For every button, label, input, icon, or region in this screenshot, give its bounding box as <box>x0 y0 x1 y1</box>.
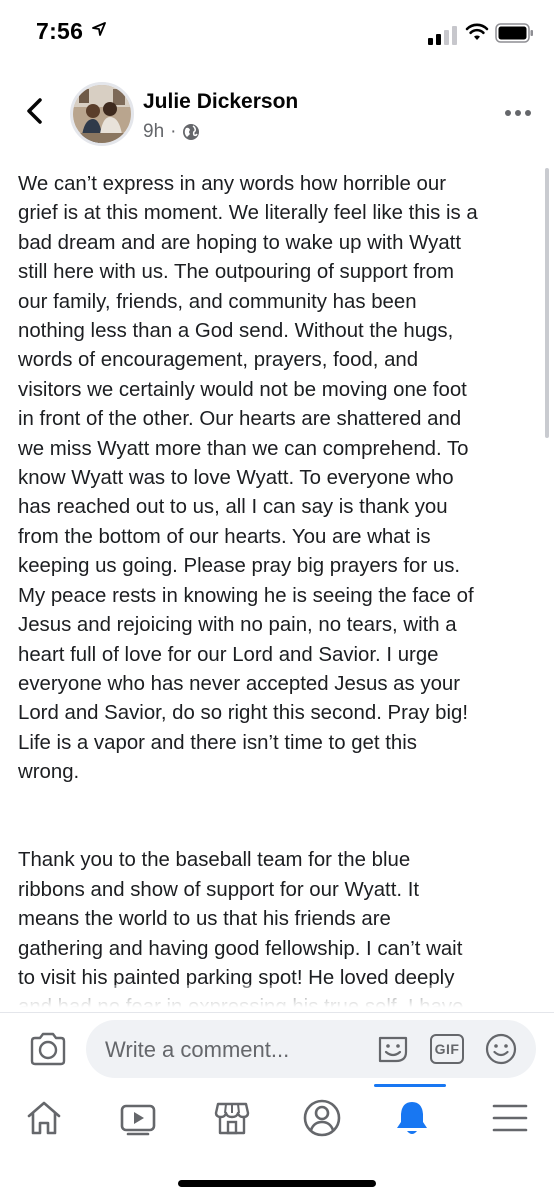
author-name[interactable]: Julie Dickerson <box>143 90 298 114</box>
text-fade <box>0 985 554 1013</box>
location-arrow-icon <box>92 22 106 36</box>
battery-icon <box>495 23 533 43</box>
post-text-line: everyone who has never accepted Jesus as… <box>18 672 461 695</box>
post-text-line: gathering and having good fellowship. I … <box>18 937 463 960</box>
post-text-line: we miss Wyatt more than we can comprehen… <box>18 437 469 460</box>
comment-placeholder: Write a comment... <box>105 1037 290 1062</box>
post-text-line: in front of the other. Our hearts are sh… <box>18 408 462 431</box>
active-tab-indicator <box>374 1084 446 1087</box>
cellular-signal-icon <box>428 26 457 45</box>
gif-label: GIF <box>434 1041 460 1057</box>
sticker-icon[interactable] <box>376 1034 410 1064</box>
post-header: Julie Dickerson 9h · <box>0 78 554 150</box>
post-text-line: Lord and Savior, do so right this second… <box>18 702 468 725</box>
gif-button[interactable]: GIF <box>430 1034 464 1064</box>
globe-icon <box>183 124 200 140</box>
post-text-line: our family, friends, and community has b… <box>18 290 417 313</box>
post-text-line: bad dream and are hoping to wake up with… <box>18 231 462 254</box>
post-body: We can’t express in any words how horrib… <box>18 170 523 1052</box>
post-text-line: heart full of love for our Lord and Savi… <box>18 643 439 666</box>
post-text-line: We can’t express in any words how horrib… <box>18 173 447 195</box>
notifications-icon[interactable] <box>392 1098 432 1138</box>
post-text-line: Life is a vapor and there isn’t time to … <box>18 731 417 754</box>
post-text-line: Jesus and rejoicing with no pain, no tea… <box>18 614 457 637</box>
post-text-line: means the world to us that his friends a… <box>18 908 391 931</box>
video-icon[interactable] <box>118 1098 158 1138</box>
post-text-line: nothing less than a God send. Without th… <box>18 320 454 343</box>
post-paragraph-1: We can’t express in any words how horrib… <box>18 170 523 788</box>
post-text-line: has reached out to us, all I can say is … <box>18 496 448 519</box>
comment-input[interactable]: Write a comment... GIF <box>86 1020 536 1078</box>
post-text-line: visitors we certainly would not be movin… <box>18 378 467 401</box>
camera-button[interactable] <box>28 1031 68 1067</box>
scrollbar[interactable] <box>545 168 549 438</box>
post-text-line: My peace rests in knowing he is seeing t… <box>18 584 474 607</box>
status-bar: 7:56 <box>0 0 554 70</box>
post-text-line: still here with us. The outpouring of su… <box>18 261 454 284</box>
status-time: 7:56 <box>36 18 84 44</box>
back-button[interactable] <box>20 96 50 126</box>
post-text-line: keeping us going. Please pray big prayer… <box>18 555 461 578</box>
post-meta: 9h · <box>143 121 200 143</box>
home-indicator <box>178 1180 376 1187</box>
post-text-line: ribbons and show of support for our Wyat… <box>18 878 420 901</box>
marketplace-icon[interactable] <box>212 1098 252 1138</box>
home-icon[interactable] <box>24 1098 64 1138</box>
wifi-icon <box>465 23 489 40</box>
profile-icon[interactable] <box>302 1098 342 1138</box>
post-text-line: Thank you to the baseball team for the b… <box>18 849 411 872</box>
post-text-line: from the bottom of our hearts. You are w… <box>18 525 431 548</box>
meta-separator: · <box>170 121 177 142</box>
post-text-line: grief is at this moment. We literally fe… <box>18 202 478 225</box>
post-text-line: wrong. <box>18 761 80 784</box>
post-text-line: know Wyatt was to love Wyatt. To everyon… <box>18 467 454 490</box>
comment-bar: Write a comment... GIF <box>0 1012 554 1084</box>
more-options-button[interactable] <box>503 106 533 120</box>
emoji-icon[interactable] <box>484 1032 518 1066</box>
avatar[interactable] <box>70 82 134 146</box>
post-time[interactable]: 9h <box>143 121 164 143</box>
menu-icon[interactable] <box>490 1098 530 1138</box>
post-text-line: words of encouragement, prayers, food, a… <box>18 349 419 372</box>
